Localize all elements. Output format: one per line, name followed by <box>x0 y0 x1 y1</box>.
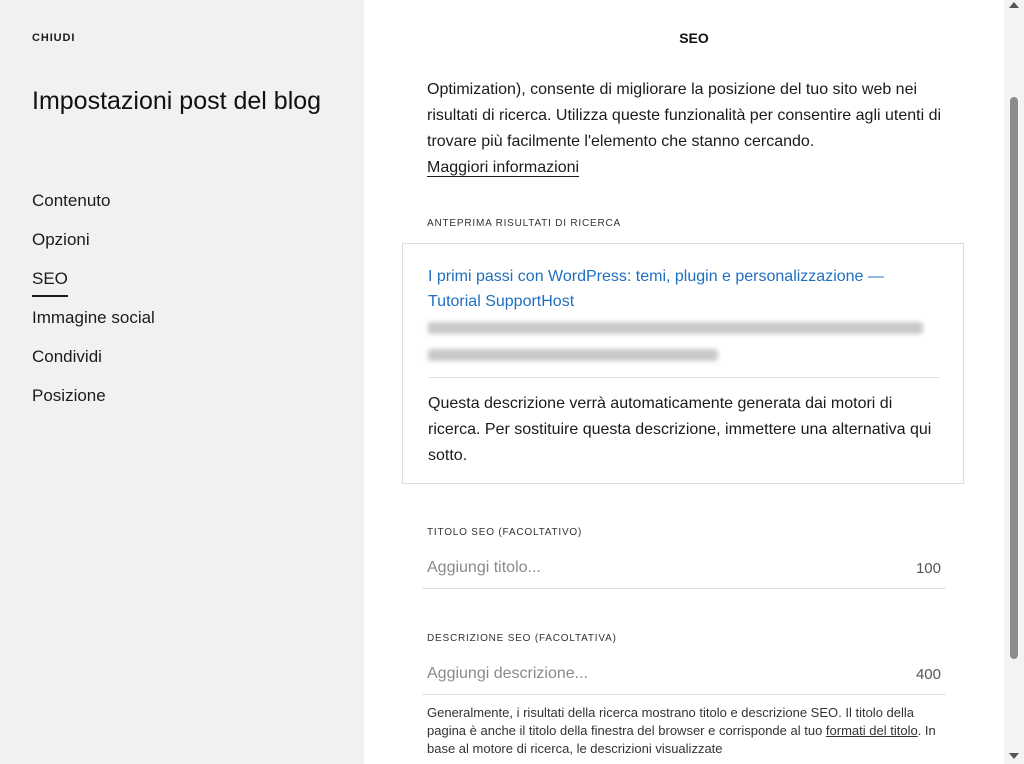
settings-sidebar: CHIUDI Impostazioni post del blog Conten… <box>0 0 364 764</box>
preview-description: Questa descrizione verrà automaticamente… <box>428 395 932 464</box>
title-formats-link[interactable]: formati del titolo <box>826 723 918 738</box>
seo-description-field: 400 <box>422 656 946 695</box>
nav-item-posizione[interactable]: Posizione <box>32 384 155 423</box>
seo-panel: SEO Optimization), consente di migliorar… <box>364 0 1004 764</box>
sidebar-title: Impostazioni post del blog <box>32 87 322 115</box>
seo-title-field: 100 <box>422 550 946 589</box>
search-preview: I primi passi con WordPress: temi, plugi… <box>402 243 964 484</box>
seo-intro-text: Optimization), consente di migliorare la… <box>427 81 942 150</box>
nav-item-opzioni[interactable]: Opzioni <box>32 228 155 267</box>
nav-item-label: Condividi <box>32 347 102 366</box>
seo-description-input[interactable] <box>427 656 867 692</box>
seo-intro: Optimization), consente di migliorare la… <box>427 77 952 181</box>
settings-nav: Contenuto Opzioni SEO Immagine social Co… <box>32 189 155 423</box>
nav-item-condividi[interactable]: Condividi <box>32 345 155 384</box>
nav-item-label: Opzioni <box>32 230 90 249</box>
more-info-link[interactable]: Maggiori informazioni <box>427 159 580 177</box>
preview-label: ANTEPRIMA RISULTATI DI RICERCA <box>427 218 622 229</box>
nav-item-label: SEO <box>32 267 68 297</box>
seo-description-counter: 400 <box>915 666 941 683</box>
scroll-down-icon[interactable] <box>1009 753 1019 759</box>
nav-item-label: Immagine social <box>32 308 155 327</box>
close-button[interactable]: CHIUDI <box>32 32 75 44</box>
scroll-up-icon[interactable] <box>1009 2 1019 8</box>
seo-title-counter: 100 <box>915 560 941 577</box>
nav-item-immagine-social[interactable]: Immagine social <box>32 306 155 345</box>
page-scrollbar[interactable] <box>1004 0 1024 764</box>
seo-title-label: TITOLO SEO (FACOLTATIVO) <box>427 527 583 538</box>
seo-description-label: DESCRIZIONE SEO (FACOLTATIVA) <box>427 633 617 644</box>
nav-item-contenuto[interactable]: Contenuto <box>32 189 155 228</box>
nav-item-seo[interactable]: SEO <box>32 267 155 306</box>
preview-snippet-blurred <box>428 349 718 361</box>
scrollbar-thumb[interactable] <box>1010 97 1018 659</box>
preview-divider <box>428 377 940 378</box>
nav-item-label: Contenuto <box>32 191 111 210</box>
nav-item-label: Posizione <box>32 386 106 405</box>
preview-url-blurred <box>428 322 923 334</box>
preview-title-link[interactable]: I primi passi con WordPress: temi, plugi… <box>428 264 928 314</box>
panel-title: SEO <box>679 30 709 46</box>
seo-title-input[interactable] <box>427 550 867 586</box>
seo-help-text: Generalmente, i risultati della ricerca … <box>427 704 947 758</box>
